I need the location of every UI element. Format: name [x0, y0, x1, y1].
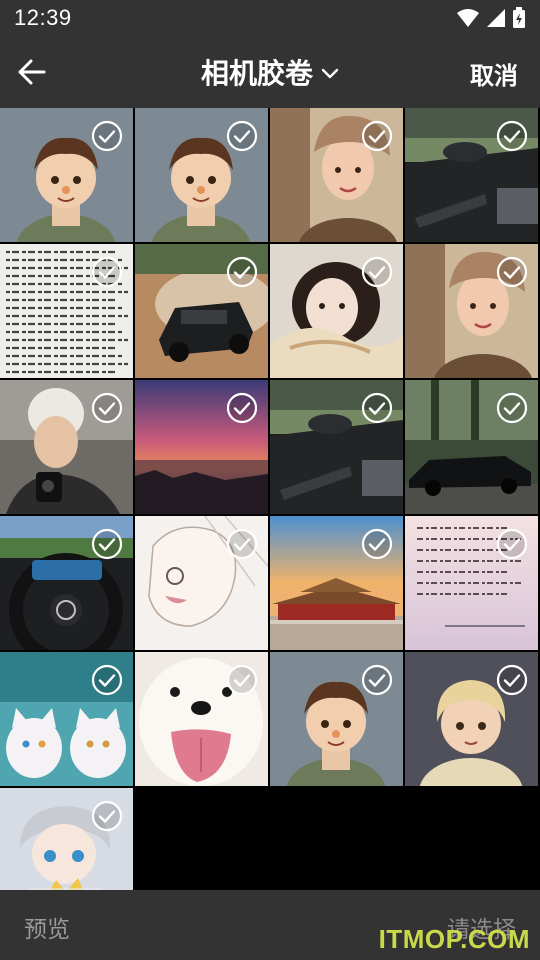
photo-thumbnail[interactable]: [270, 516, 403, 650]
back-button[interactable]: [14, 54, 50, 90]
photo-thumbnail[interactable]: [135, 244, 268, 378]
photo-thumbnail[interactable]: [405, 652, 538, 786]
photo-thumbnail[interactable]: [135, 108, 268, 242]
checkmark-icon[interactable]: [496, 528, 528, 560]
battery-icon: [513, 7, 525, 28]
checkmark-icon[interactable]: [496, 664, 528, 696]
status-time: 12:39: [14, 5, 72, 30]
album-selector[interactable]: 相机胶卷: [201, 52, 313, 92]
photo-thumbnail[interactable]: [270, 652, 403, 786]
status-bar: 12:39: [0, 0, 540, 36]
checkmark-icon[interactable]: [361, 528, 393, 560]
photo-thumbnail[interactable]: [0, 516, 133, 650]
checkmark-icon[interactable]: [226, 392, 258, 424]
checkmark-icon[interactable]: [496, 256, 528, 288]
photo-thumbnail[interactable]: [405, 380, 538, 514]
photo-thumbnail[interactable]: [405, 244, 538, 378]
checkmark-icon[interactable]: [91, 256, 123, 288]
checkmark-icon[interactable]: [361, 392, 393, 424]
checkmark-icon[interactable]: [91, 392, 123, 424]
photo-thumbnail[interactable]: [270, 244, 403, 378]
checkmark-icon[interactable]: [361, 256, 393, 288]
signal-icon: [487, 9, 505, 27]
checkmark-icon[interactable]: [496, 392, 528, 424]
checkmark-icon[interactable]: [91, 664, 123, 696]
app-bar: 相机胶卷 取消: [0, 36, 540, 108]
photo-thumbnail[interactable]: [405, 516, 538, 650]
checkmark-icon[interactable]: [496, 120, 528, 152]
checkmark-icon[interactable]: [91, 120, 123, 152]
photo-grid: [0, 108, 540, 890]
checkmark-icon[interactable]: [226, 120, 258, 152]
checkmark-icon[interactable]: [361, 664, 393, 696]
photo-thumbnail[interactable]: [135, 380, 268, 514]
photo-thumbnail[interactable]: [270, 108, 403, 242]
checkmark-icon[interactable]: [226, 256, 258, 288]
preview-button[interactable]: 预览: [24, 910, 70, 944]
checkmark-icon[interactable]: [91, 528, 123, 560]
checkmark-icon[interactable]: [91, 800, 123, 832]
photo-thumbnail[interactable]: [135, 516, 268, 650]
watermark: ITMOP.COM: [378, 924, 530, 954]
chevron-down-icon[interactable]: [321, 68, 339, 80]
photo-thumbnail[interactable]: [270, 380, 403, 514]
checkmark-icon[interactable]: [226, 528, 258, 560]
photo-thumbnail[interactable]: [0, 652, 133, 786]
cancel-button[interactable]: 取消: [470, 56, 518, 91]
back-arrow-icon: [18, 59, 46, 85]
photo-thumbnail[interactable]: [0, 244, 133, 378]
status-icons: [456, 7, 526, 29]
photo-thumbnail[interactable]: [0, 380, 133, 514]
photo-thumbnail[interactable]: [0, 788, 133, 890]
photo-thumbnail[interactable]: [135, 652, 268, 786]
wifi-icon: [457, 9, 479, 27]
checkmark-icon[interactable]: [361, 120, 393, 152]
photo-thumbnail[interactable]: [405, 108, 538, 242]
photo-thumbnail[interactable]: [0, 108, 133, 242]
checkmark-icon[interactable]: [226, 664, 258, 696]
